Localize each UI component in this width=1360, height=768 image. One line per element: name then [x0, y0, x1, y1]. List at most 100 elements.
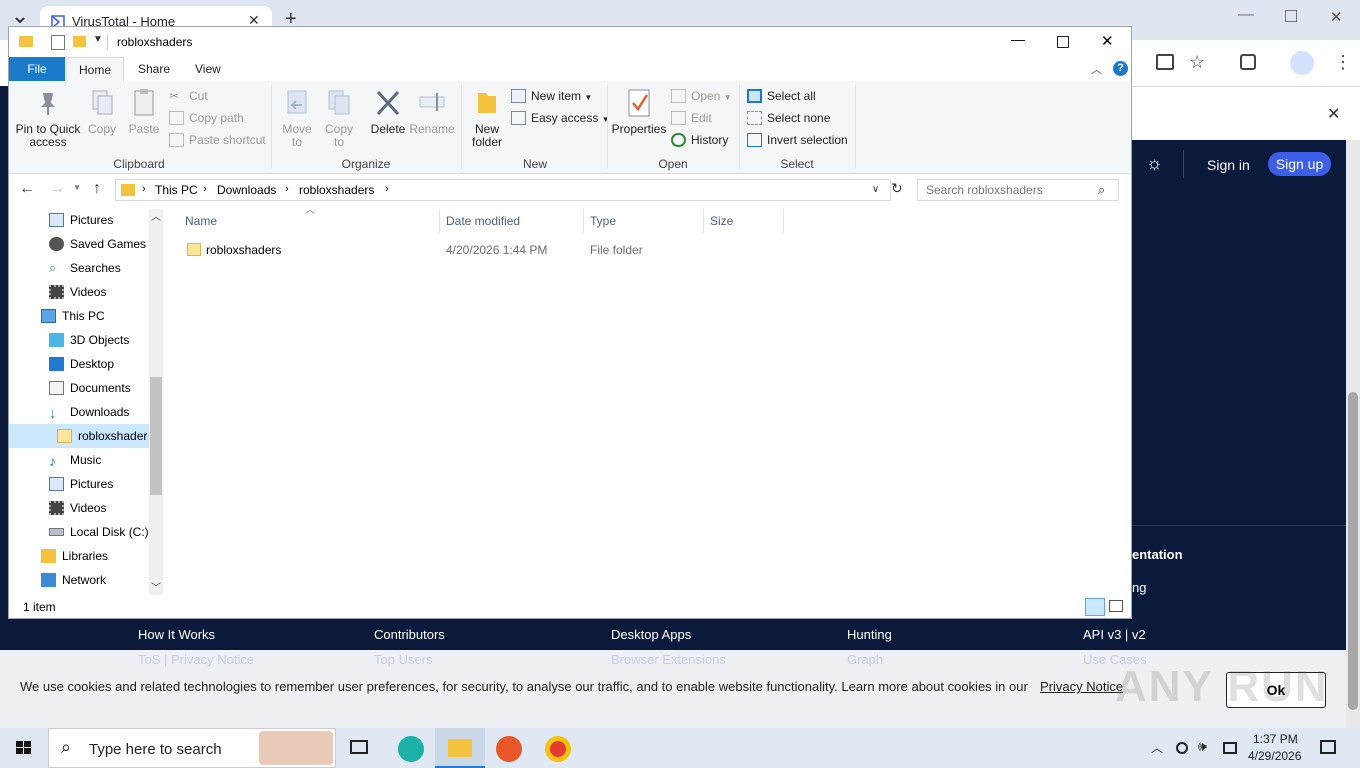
- delete-button[interactable]: Delete: [367, 87, 409, 136]
- clock-time[interactable]: 1:37 PM: [1253, 732, 1298, 746]
- nav-item[interactable]: ↓ Downloads: [49, 400, 129, 424]
- nav-scrollbar-thumb[interactable]: [150, 377, 162, 495]
- footer-sublink[interactable]: Browser Extensions: [611, 652, 726, 667]
- breadcrumb-downloads[interactable]: Downloads: [217, 183, 276, 197]
- notifications-icon[interactable]: [1320, 740, 1336, 754]
- cut-button[interactable]: ✂ Cut: [169, 87, 208, 105]
- search-box[interactable]: Search robloxshaders ⌕: [917, 179, 1119, 201]
- nav-item[interactable]: Libraries: [41, 544, 108, 568]
- history-button[interactable]: History: [671, 131, 728, 149]
- select-all-button[interactable]: Select all: [747, 87, 816, 105]
- copy-button[interactable]: Copy: [85, 87, 119, 136]
- bookmark-star-icon[interactable]: ☆: [1189, 52, 1205, 73]
- start-button[interactable]: [0, 728, 48, 768]
- large-icons-view-icon[interactable]: [1109, 600, 1123, 612]
- page-scrollbar-thumb[interactable]: [1348, 392, 1358, 710]
- extensions-icon[interactable]: [1240, 54, 1256, 70]
- minimize-icon[interactable]: —: [1011, 31, 1025, 47]
- column-date-modified[interactable]: Date modified: [446, 213, 520, 229]
- forward-arrow-icon[interactable]: →: [49, 180, 65, 198]
- new-folder-button[interactable]: New folder: [465, 87, 509, 149]
- footer-sublink[interactable]: Graph: [847, 652, 883, 667]
- network-tray-icon[interactable]: [1223, 742, 1237, 754]
- nav-item[interactable]: Pictures: [49, 208, 113, 232]
- nav-item[interactable]: Saved Games: [49, 232, 146, 256]
- edit-button[interactable]: Edit: [671, 109, 712, 127]
- qat-new-folder-icon[interactable]: [73, 36, 86, 47]
- minimize-browser-icon[interactable]: —: [1238, 6, 1254, 24]
- nav-item[interactable]: Documents: [49, 376, 131, 400]
- profile-avatar[interactable]: [1290, 51, 1314, 75]
- refresh-icon[interactable]: ↻: [891, 180, 903, 197]
- paste-shortcut-button[interactable]: Paste shortcut: [169, 131, 266, 149]
- taskbar-search-box[interactable]: ⌕ Type here to search: [48, 728, 336, 768]
- qat-properties-icon[interactable]: [51, 35, 65, 50]
- breadcrumb-this-pc[interactable]: This PC: [155, 183, 198, 197]
- privacy-notice-link[interactable]: Privacy Notice: [1040, 679, 1123, 694]
- nav-item[interactable]: Network: [41, 568, 106, 592]
- details-view-icon[interactable]: [1085, 598, 1105, 616]
- scroll-down-icon[interactable]: ﹀: [151, 579, 161, 594]
- move-to-button[interactable]: Move to: [277, 87, 317, 149]
- column-separator[interactable]: [703, 209, 704, 233]
- nav-item[interactable]: ⌕ Searches: [49, 256, 121, 280]
- address-bar[interactable]: › This PC › Downloads › robloxshaders › …: [115, 179, 891, 201]
- tray-expand-icon[interactable]: ︿: [1151, 739, 1163, 756]
- footer-sublink[interactable]: Top Users: [374, 652, 433, 667]
- column-separator[interactable]: [583, 209, 584, 233]
- tab-share[interactable]: Share: [126, 57, 182, 81]
- copy-to-button[interactable]: Copy to: [319, 87, 359, 149]
- notification-close-icon[interactable]: ✕: [1327, 104, 1340, 124]
- qat-dropdown-icon[interactable]: ▼: [93, 34, 103, 45]
- nav-item[interactable]: Videos: [49, 280, 106, 304]
- nav-item[interactable]: ♪ Music: [49, 448, 101, 472]
- file-row[interactable]: robloxshaders 4/20/2026 1:44 PM File fol…: [179, 238, 799, 262]
- nav-item[interactable]: Local Disk (C:): [49, 520, 149, 544]
- help-icon[interactable]: ?: [1113, 61, 1128, 76]
- footer-link[interactable]: How It Works: [138, 627, 215, 642]
- clock-date[interactable]: 4/29/2026: [1248, 749, 1301, 763]
- pin-quick-access-button[interactable]: Pin to Quick access: [13, 87, 83, 149]
- close-icon[interactable]: ✕: [1101, 32, 1114, 50]
- invert-selection-button[interactable]: Invert selection: [747, 131, 848, 149]
- close-browser-icon[interactable]: ✕: [1330, 8, 1343, 26]
- signin-link[interactable]: Sign in: [1207, 157, 1250, 173]
- up-arrow-icon[interactable]: ↑: [93, 180, 101, 198]
- tab-home[interactable]: Home: [66, 57, 125, 82]
- nav-item[interactable]: 3D Objects: [49, 328, 129, 352]
- column-type[interactable]: Type: [590, 213, 616, 229]
- scroll-up-icon[interactable]: ︿: [151, 208, 161, 223]
- firefox-icon[interactable]: [496, 736, 522, 762]
- back-arrow-icon[interactable]: ←: [19, 180, 35, 198]
- properties-button[interactable]: Properties: [611, 87, 667, 136]
- tab-view[interactable]: View: [183, 57, 233, 81]
- column-separator[interactable]: [783, 209, 784, 233]
- easy-access-button[interactable]: Easy access ▼: [511, 109, 610, 127]
- maximize-icon[interactable]: [1057, 36, 1069, 48]
- select-none-button[interactable]: Select none: [747, 109, 830, 127]
- edge-icon[interactable]: [398, 736, 424, 762]
- tab-file[interactable]: File: [9, 57, 65, 81]
- footer-link[interactable]: Hunting: [847, 627, 892, 642]
- copy-path-button[interactable]: Copy path: [169, 109, 244, 127]
- nav-item[interactable]: This PC: [41, 304, 105, 328]
- volume-icon[interactable]: 🕪: [1198, 738, 1207, 755]
- nav-item[interactable]: robloxshader: [57, 424, 147, 448]
- tray-app-icon[interactable]: [1176, 742, 1188, 754]
- nav-item[interactable]: Pictures: [49, 472, 113, 496]
- chrome-icon[interactable]: [545, 736, 571, 762]
- open-button[interactable]: Open ▼: [671, 87, 732, 105]
- column-name[interactable]: Name: [185, 213, 217, 229]
- install-app-icon[interactable]: [1156, 54, 1174, 70]
- theme-toggle-icon[interactable]: ☼: [1146, 153, 1163, 174]
- nav-item[interactable]: Videos: [49, 496, 106, 520]
- footer-sublink[interactable]: ToS | Privacy Notice: [138, 652, 254, 667]
- browser-menu-icon[interactable]: ⋮: [1334, 52, 1352, 73]
- nav-item[interactable]: Desktop: [49, 352, 114, 376]
- ribbon-collapse-icon[interactable]: ︿: [1091, 61, 1102, 77]
- paste-button[interactable]: Paste: [127, 87, 161, 136]
- task-view-icon[interactable]: [350, 740, 368, 754]
- footer-link[interactable]: Contributors: [374, 627, 445, 642]
- footer-link[interactable]: Desktop Apps: [611, 627, 691, 642]
- address-dropdown-icon[interactable]: ∨: [872, 184, 879, 195]
